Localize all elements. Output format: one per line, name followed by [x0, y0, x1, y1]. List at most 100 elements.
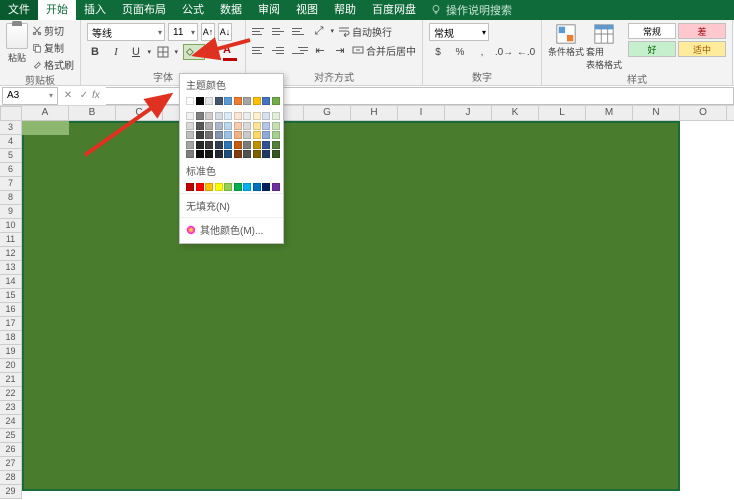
col-header-A[interactable]: A [22, 106, 69, 121]
color-swatch[interactable] [205, 97, 213, 105]
column-headers[interactable]: ABCDEFGHIJKLMNOPQ [22, 106, 734, 121]
color-swatch[interactable] [234, 122, 242, 130]
color-swatch[interactable] [262, 97, 270, 105]
more-colors-item[interactable]: 其他颜色(M)... [180, 217, 283, 241]
filled-range[interactable] [22, 121, 680, 491]
color-swatch[interactable] [234, 131, 242, 139]
col-header-B[interactable]: B [69, 106, 116, 121]
row-header-22[interactable]: 22 [0, 387, 22, 401]
color-swatch[interactable] [186, 97, 194, 105]
wrap-text-button[interactable]: 自动换行 [338, 24, 392, 39]
row-header-21[interactable]: 21 [0, 373, 22, 387]
color-swatch[interactable] [186, 150, 194, 158]
col-header-N[interactable]: N [633, 106, 680, 121]
color-swatch[interactable] [253, 183, 261, 191]
align-bottom-button[interactable] [292, 24, 308, 38]
color-swatch[interactable] [205, 183, 213, 191]
color-swatch[interactable] [234, 150, 242, 158]
orientation-button[interactable]: ⤢ [312, 23, 334, 39]
col-header-O[interactable]: O [680, 106, 727, 121]
color-swatch[interactable] [262, 141, 270, 149]
row-header-29[interactable]: 29 [0, 485, 22, 499]
color-swatch[interactable] [243, 97, 251, 105]
row-header-11[interactable]: 11 [0, 233, 22, 247]
color-swatch[interactable] [224, 183, 232, 191]
font-name-select[interactable]: 等线 [87, 23, 165, 41]
style-good[interactable]: 好 [628, 41, 676, 57]
decrease-decimal-button[interactable]: ←.0 [517, 44, 535, 60]
tab-insert[interactable]: 插入 [76, 0, 114, 20]
color-swatch[interactable] [215, 122, 223, 130]
tab-data[interactable]: 数据 [212, 0, 250, 20]
col-header-G[interactable]: G [304, 106, 351, 121]
increase-indent-button[interactable]: ⇥ [332, 42, 348, 58]
align-middle-button[interactable] [272, 24, 288, 38]
no-fill-item[interactable]: 无填充(N) [180, 193, 283, 217]
color-swatch[interactable] [253, 131, 261, 139]
color-swatch[interactable] [234, 112, 242, 120]
bold-button[interactable]: B [87, 44, 103, 60]
row-header-24[interactable]: 24 [0, 415, 22, 429]
color-swatch[interactable] [224, 141, 232, 149]
color-swatch[interactable] [196, 150, 204, 158]
copy-button[interactable]: 复制 [32, 40, 74, 55]
color-swatch[interactable] [243, 150, 251, 158]
color-swatch[interactable] [243, 183, 251, 191]
conditional-format-button[interactable]: 条件格式 [548, 23, 584, 71]
row-header-23[interactable]: 23 [0, 401, 22, 415]
row-header-12[interactable]: 12 [0, 247, 22, 261]
color-swatch[interactable] [272, 122, 280, 130]
percent-button[interactable]: % [451, 44, 469, 60]
color-swatch[interactable] [234, 183, 242, 191]
row-header-25[interactable]: 25 [0, 429, 22, 443]
select-all-corner[interactable] [0, 106, 22, 121]
color-swatch[interactable] [224, 131, 232, 139]
color-swatch[interactable] [196, 131, 204, 139]
format-painter-button[interactable]: 格式刷 [32, 57, 74, 72]
color-swatch[interactable] [262, 122, 270, 130]
enter-formula-button[interactable]: ✓ [76, 90, 92, 101]
style-neutral[interactable]: 适中 [678, 41, 726, 57]
color-swatch[interactable] [262, 183, 270, 191]
color-swatch[interactable] [205, 131, 213, 139]
color-swatch[interactable] [234, 97, 242, 105]
tab-page-layout[interactable]: 页面布局 [114, 0, 174, 20]
color-swatch[interactable] [186, 131, 194, 139]
color-swatch[interactable] [196, 183, 204, 191]
increase-font-button[interactable]: A↑ [201, 23, 215, 41]
name-box[interactable]: A3 [2, 87, 58, 105]
color-swatch[interactable] [205, 150, 213, 158]
row-header-7[interactable]: 7 [0, 177, 22, 191]
color-swatch[interactable] [186, 122, 194, 130]
color-swatch[interactable] [234, 141, 242, 149]
tell-me-search[interactable]: 操作说明搜索 [430, 2, 512, 18]
color-swatch[interactable] [215, 141, 223, 149]
color-swatch[interactable] [253, 141, 261, 149]
color-swatch[interactable] [186, 183, 194, 191]
tab-home[interactable]: 开始 [38, 0, 76, 20]
row-header-27[interactable]: 27 [0, 457, 22, 471]
row-header-28[interactable]: 28 [0, 471, 22, 485]
col-header-P[interactable]: P [727, 106, 734, 121]
row-header-5[interactable]: 5 [0, 149, 22, 163]
row-header-20[interactable]: 20 [0, 359, 22, 373]
color-swatch[interactable] [186, 112, 194, 120]
color-swatch[interactable] [243, 122, 251, 130]
color-swatch[interactable] [205, 122, 213, 130]
color-swatch[interactable] [272, 97, 280, 105]
currency-button[interactable]: $ [429, 44, 447, 60]
color-swatch[interactable] [253, 97, 261, 105]
color-swatch[interactable] [243, 141, 251, 149]
color-swatch[interactable] [272, 183, 280, 191]
col-header-M[interactable]: M [586, 106, 633, 121]
cell-grid[interactable] [22, 121, 727, 500]
cut-button[interactable]: 剪切 [32, 23, 74, 38]
color-swatch[interactable] [262, 150, 270, 158]
col-header-L[interactable]: L [539, 106, 586, 121]
color-swatch[interactable] [253, 112, 261, 120]
color-swatch[interactable] [215, 183, 223, 191]
row-header-18[interactable]: 18 [0, 331, 22, 345]
color-swatch[interactable] [253, 122, 261, 130]
style-bad[interactable]: 差 [678, 23, 726, 39]
col-header-C[interactable]: C [116, 106, 163, 121]
